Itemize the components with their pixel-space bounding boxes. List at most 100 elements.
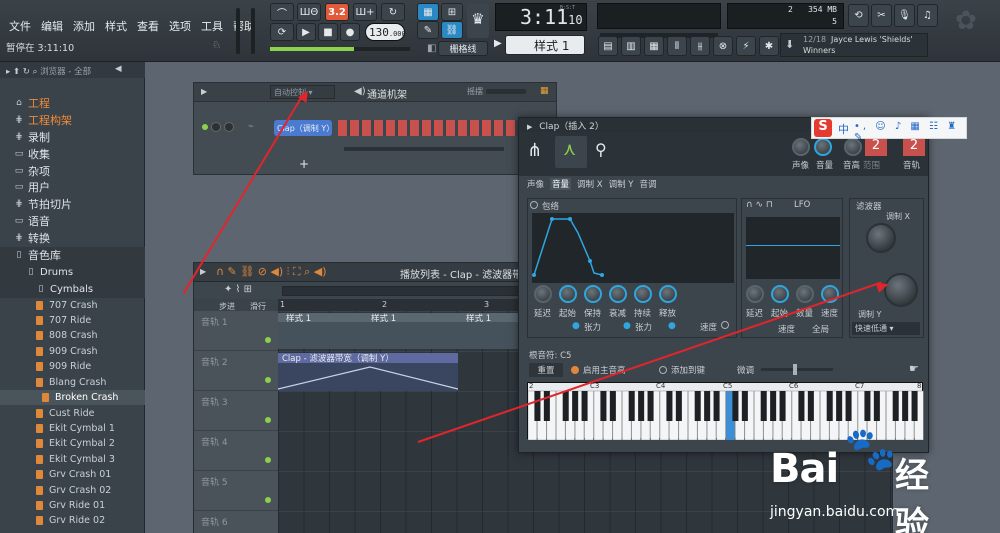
filter-type-select[interactable]: 快速低通 ▾ (852, 322, 920, 335)
volume-knob[interactable] (814, 138, 832, 156)
black-key[interactable] (826, 391, 833, 421)
browser-file[interactable]: 808 Crash (0, 328, 145, 343)
speed-toggle[interactable] (721, 321, 729, 329)
browser-file[interactable]: Grv Crash 02 (0, 483, 145, 498)
reset-button[interactable]: 重置 (529, 363, 563, 377)
plugin-picker-button[interactable]: ⚡ (736, 36, 756, 56)
black-key[interactable] (779, 391, 786, 421)
grid-icon[interactable]: ▦ (540, 86, 549, 96)
record-button[interactable]: ● (340, 23, 360, 41)
track-header[interactable]: 音轨 2 (194, 351, 278, 391)
envelope-graph[interactable] (532, 213, 734, 283)
tab-mod-x[interactable]: 调制 X (577, 178, 603, 190)
loop-record-button[interactable]: ↻ (381, 3, 405, 21)
browser-file[interactable]: Grv Crash 01 (0, 467, 145, 482)
track-led[interactable] (265, 457, 271, 463)
audio-settings-icon[interactable]: ♫ (917, 4, 938, 27)
black-key[interactable] (572, 391, 579, 421)
envelope-tab[interactable]: ⋏ (555, 136, 587, 168)
browser-file[interactable]: Cust Ride (0, 406, 145, 421)
tension-knob-2[interactable]: ● (623, 321, 631, 331)
tempo-display[interactable]: 130.000 (365, 23, 406, 41)
black-key[interactable] (770, 391, 777, 421)
lfo-attack-knob[interactable] (771, 285, 789, 303)
browser-item-convert[interactable]: ⋕ 转换 (0, 230, 145, 247)
menu-patterns[interactable]: 样式 (100, 18, 132, 34)
black-key[interactable] (600, 391, 607, 421)
ime-toolbar[interactable]: S 中 •, ☺ ♪ ▦ ☷ ♜ ✎ (811, 117, 967, 143)
browser-window-button[interactable]: ⊗ (713, 36, 733, 56)
menu-tools[interactable]: 工具 (196, 18, 228, 34)
pan-knob[interactable] (792, 138, 810, 156)
pen-icon[interactable]: ✎ (417, 21, 439, 39)
browser-file[interactable]: Ekit Cymbal 3 (0, 452, 145, 467)
master-volume-slider[interactable] (236, 8, 240, 54)
channel-settings-tab[interactable]: ⋔ (527, 140, 542, 161)
menu-add[interactable]: 添加 (68, 18, 100, 34)
black-key[interactable] (892, 391, 899, 421)
browser-item-packs[interactable]: ▯ 音色库 (0, 247, 145, 264)
attack-knob[interactable] (559, 285, 577, 303)
black-key[interactable] (647, 391, 654, 421)
undo-history-icon[interactable]: ⟲ (848, 4, 869, 27)
ime-mode-label[interactable]: 中 (838, 121, 849, 137)
black-key[interactable] (741, 391, 748, 421)
track-led[interactable] (265, 417, 271, 423)
browser-file[interactable]: 909 Ride (0, 359, 145, 374)
playlist-window-button[interactable]: ▤ (598, 36, 618, 56)
track-led[interactable] (265, 377, 271, 383)
mod-x-knob[interactable] (866, 223, 896, 253)
browser-file-selected[interactable]: Broken Crash (0, 390, 145, 406)
automation-clip[interactable]: Clap - 滤波器带宽（调制 Y） (278, 353, 458, 391)
browser-item-project[interactable]: ⌂ 工程 (0, 95, 145, 112)
play-button[interactable]: ▶ (296, 23, 316, 41)
piano-toggle-icon[interactable]: ☛ (909, 362, 919, 375)
browser-item-record[interactable]: ⋕ 录制 (0, 129, 145, 146)
browser-file[interactable]: Grv Ride 02 (0, 513, 145, 528)
browser-file[interactable]: Grv Ride 01 (0, 498, 145, 513)
snap-select[interactable]: 栅格线 (438, 41, 488, 56)
browser-file[interactable]: Blang Crash (0, 375, 145, 390)
browser-item-misc[interactable]: ▭ 杂项 (0, 163, 145, 180)
browser-item-collection[interactable]: ▭ 收集 (0, 146, 145, 163)
browser-item-user[interactable]: ▭ 用户 (0, 179, 145, 196)
mixer-window-button[interactable]: ⫴ (667, 36, 687, 56)
browser-file[interactable]: 707 Crash (0, 298, 145, 313)
black-key[interactable] (807, 391, 814, 421)
black-key[interactable] (638, 391, 645, 421)
step-sequencer[interactable] (338, 120, 548, 136)
fine-tune-slider[interactable] (761, 364, 833, 375)
browser-nav-icons[interactable]: ▸ ⬆ ↻ ⌕ (6, 67, 40, 77)
wrench-icon[interactable]: ⌁ (248, 121, 254, 132)
step-edit-button[interactable]: ⊞ (441, 3, 463, 21)
tab-mod-y[interactable]: 调制 Y (609, 178, 634, 190)
track-header[interactable]: 音轨 5 (194, 471, 278, 511)
channel-pan-knob[interactable] (211, 122, 221, 132)
add-key-toggle[interactable] (659, 366, 667, 374)
ime-icons[interactable]: •, ☺ ♪ ▦ ☷ ♜ ✎ (854, 121, 966, 143)
black-key[interactable] (760, 391, 767, 421)
tempo-tapper-button[interactable]: ✱ (759, 36, 779, 56)
browser-item-voice[interactable]: ▭ 语音 (0, 213, 145, 230)
snap-mode-icons[interactable]: ✦ ⌇ ⊞ (224, 284, 252, 295)
black-key[interactable] (864, 391, 871, 421)
song-time-display[interactable]: 3:1110 B:S:T (495, 3, 587, 31)
browser-file[interactable]: Ekit Cymbal 1 (0, 421, 145, 436)
black-key[interactable] (581, 391, 588, 421)
add-channel-button[interactable]: + (299, 157, 309, 171)
black-key[interactable] (628, 391, 635, 421)
browser-item-drums[interactable]: ▯ Drums (0, 264, 145, 281)
browser-speaker-icon[interactable]: ◀ (115, 64, 122, 74)
hold-knob[interactable] (584, 285, 602, 303)
piano-roll-window-button[interactable]: ▥ (621, 36, 641, 56)
menu-file[interactable]: 文件 (4, 18, 36, 34)
browser-file[interactable]: 707 Ride (0, 313, 145, 328)
hat-icon[interactable]: ♛ (467, 4, 489, 38)
channel-led[interactable] (202, 124, 208, 130)
mod-y-knob[interactable] (884, 273, 918, 307)
tension-knob-3[interactable]: ● (668, 321, 676, 331)
wait-button[interactable]: Ш+ (353, 3, 377, 21)
lfo-shape-icons[interactable]: ∩ ∿ ⊓ (746, 200, 773, 210)
track-header[interactable]: 音轨 3 (194, 391, 278, 431)
pattern-add-icon[interactable]: ▶ (494, 38, 502, 49)
